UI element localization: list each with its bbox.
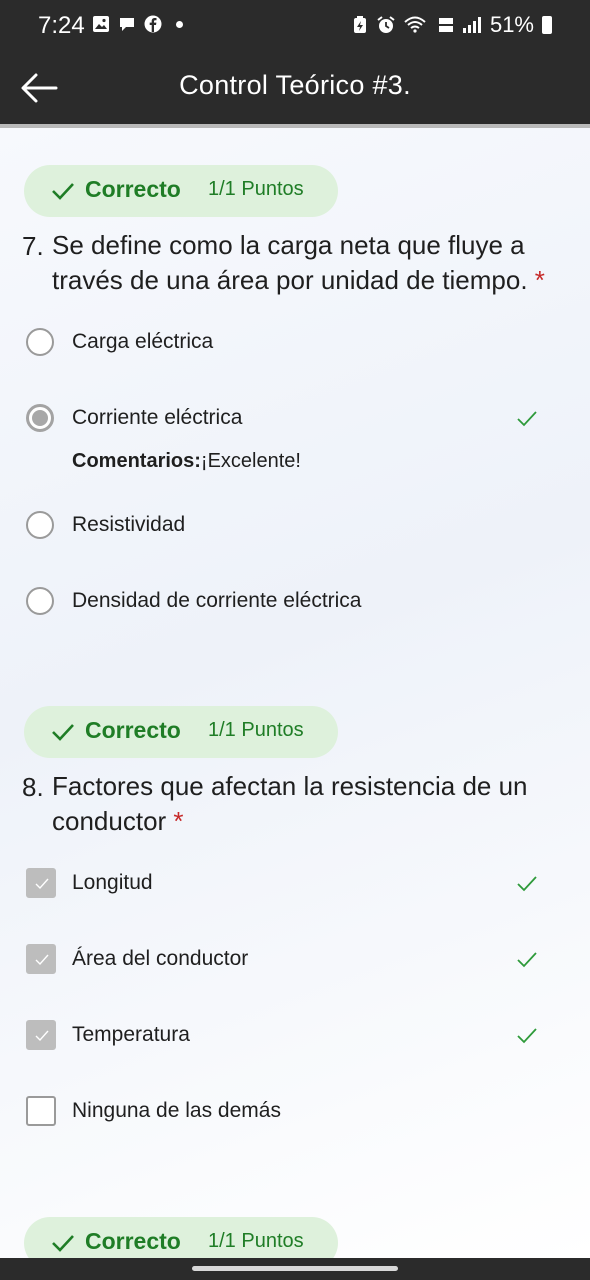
checkbox-checked[interactable] [26, 1020, 56, 1050]
question-text: Factores que afectan la resistencia de u… [52, 769, 562, 839]
check-icon [52, 1235, 74, 1252]
feedback-text: ¡Excelente! [200, 450, 301, 472]
required-mark: * [534, 265, 545, 295]
option-label: Ninguna de las demás [72, 1099, 281, 1122]
required-mark: * [173, 806, 184, 836]
option-label: Corriente eléctrica [72, 406, 243, 429]
check-icon [52, 724, 74, 741]
radio-option[interactable]: Densidad de corriente eléctrica [24, 583, 564, 623]
option-label: Resistividad [72, 513, 186, 536]
checkbox-option[interactable]: Longitud [24, 865, 564, 905]
badge-status: Correcto [85, 717, 181, 743]
check-icon [35, 1030, 49, 1042]
badge-points: 1/1 Puntos [208, 719, 304, 741]
option-label: Carga eléctrica [72, 330, 214, 353]
notification-icons [92, 15, 183, 33]
home-gesture-bar[interactable] [192, 1266, 398, 1271]
question-number: 8. [22, 772, 44, 802]
alarm-icon [377, 16, 395, 33]
status-bar: 7:24 51% [0, 0, 590, 52]
wifi-icon [404, 16, 426, 33]
checkbox[interactable] [26, 1096, 56, 1126]
option-label: Longitud [72, 871, 153, 894]
feedback-label: Comentarios: [72, 450, 201, 472]
feedback: Comentarios:¡Excelente! [72, 450, 301, 473]
page-title: Control Teórico #3. [179, 70, 411, 100]
system-nav-bar [0, 1258, 590, 1280]
checkbox-checked[interactable] [26, 868, 56, 898]
battery-percent: 51% [489, 12, 534, 37]
volte-icon [438, 18, 453, 32]
radio-button-selected[interactable] [26, 404, 54, 432]
dot-icon [176, 20, 183, 28]
check-icon [35, 878, 49, 890]
correct-check-icon [517, 876, 537, 892]
question-text-content: Factores que afectan la resistencia de u… [52, 771, 528, 836]
score-badge: Correcto 1/1 Puntos [24, 1217, 338, 1258]
check-icon [35, 954, 49, 966]
top-app-bar: Control Teórico #3. [0, 52, 590, 124]
radio-button[interactable] [26, 511, 54, 539]
option-label: Densidad de corriente eléctrica [72, 589, 362, 612]
correct-check-icon [517, 411, 537, 427]
radio-option[interactable]: Resistividad [24, 507, 564, 547]
chat-icon [120, 18, 134, 31]
battery-icon [542, 16, 552, 34]
radio-button[interactable] [26, 587, 54, 615]
checkbox-option[interactable]: Área del conductor [24, 941, 564, 981]
radio-option[interactable]: Carga eléctrica [24, 324, 564, 364]
check-icon [52, 183, 74, 200]
correct-check-icon [517, 952, 537, 968]
battery-saver-icon [353, 16, 366, 33]
signal-icon [462, 17, 481, 33]
facebook-icon [144, 15, 162, 33]
radio-button[interactable] [26, 328, 54, 356]
option-label: Temperatura [72, 1023, 190, 1046]
status-time: 7:24 [38, 12, 85, 39]
checkbox-option[interactable]: Ninguna de las demás [24, 1093, 564, 1133]
form-content[interactable]: Correcto 1/1 Puntos 7. Se define como la… [0, 128, 590, 1258]
question-text-content: Se define como la carga neta que fluye a… [52, 230, 528, 295]
question-number: 7. [22, 231, 44, 261]
image-icon [93, 16, 109, 32]
system-icons: 51% [352, 12, 552, 38]
score-badge: Correcto 1/1 Puntos [24, 706, 338, 758]
checkbox-option[interactable]: Temperatura [24, 1017, 564, 1057]
badge-status: Correcto [85, 1228, 181, 1254]
score-badge: Correcto 1/1 Puntos [24, 165, 338, 217]
option-label: Área del conductor [72, 947, 249, 970]
checkbox-checked[interactable] [26, 944, 56, 974]
badge-points: 1/1 Puntos [208, 1230, 304, 1252]
badge-status: Correcto [85, 176, 181, 202]
radio-option[interactable]: Corriente eléctrica [24, 400, 564, 440]
question-text: Se define como la carga neta que fluye a… [52, 228, 562, 298]
badge-points: 1/1 Puntos [208, 178, 304, 200]
correct-check-icon [517, 1028, 537, 1044]
